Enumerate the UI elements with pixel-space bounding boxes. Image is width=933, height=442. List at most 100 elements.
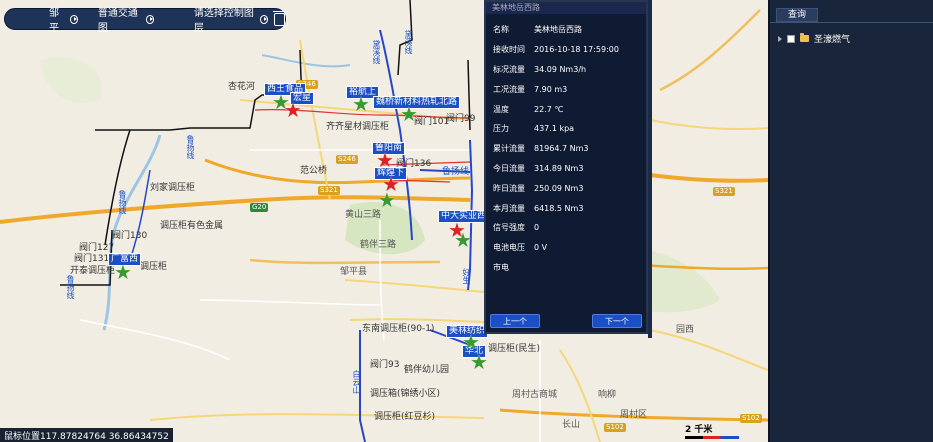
district-select[interactable]: 邹平: [49, 4, 78, 34]
map-roads: [0, 0, 768, 442]
pipeline-label: 黛溪线: [372, 40, 381, 64]
station-star-icon[interactable]: ★: [400, 104, 418, 124]
road-badge: S102: [604, 423, 626, 432]
info-value: 6418.5 Nm3: [534, 203, 584, 213]
info-key: 标况流量: [493, 64, 525, 74]
pipeline-label: 鲁扬线: [442, 167, 470, 177]
place-label: 调压箱(锦绣小区): [370, 389, 441, 399]
traffic-map-label: 普通交通图: [97, 8, 138, 34]
tree-item-gas[interactable]: 圣濠燃气: [778, 32, 850, 45]
place-label: 阀门131: [74, 254, 110, 264]
place-label: 长山: [562, 420, 581, 430]
station-alarm-star-icon[interactable]: ★: [284, 100, 302, 120]
info-key: 温度: [493, 104, 509, 114]
layer-panel: 查询 圣濠燃气: [768, 0, 933, 442]
info-row: 温度 22.7 ℃: [486, 99, 646, 119]
place-label: 周村古商城: [512, 390, 558, 400]
tab-divider: [770, 22, 933, 23]
info-row: 电池电压 0 V: [486, 238, 646, 258]
road-badge: G20: [250, 203, 269, 212]
chevron-right-icon: [69, 14, 78, 24]
info-row: 工况流量 7.90 m3: [486, 79, 646, 99]
info-row: 昨日流量 250.09 Nm3: [486, 178, 646, 198]
pipeline-label: 鲁扬线: [118, 190, 127, 214]
station-star-icon[interactable]: ★: [454, 230, 472, 250]
info-value: 314.89 Nm3: [534, 163, 584, 173]
pipeline-label: 黛溪线: [404, 30, 413, 54]
folder-icon: [800, 33, 809, 42]
info-value: 美林地岳西路: [534, 25, 582, 35]
place-label: 阀门127: [79, 243, 115, 253]
station-star-icon[interactable]: ★: [470, 352, 488, 372]
road-badge: S321: [318, 186, 340, 195]
scale-label: 2 千米: [685, 425, 713, 435]
layer-select-label: 请选择控制图层: [193, 8, 254, 34]
info-nav: 上一个 下一个: [490, 314, 642, 328]
place-label: 周村区: [620, 410, 648, 420]
place-label: 响柳: [598, 390, 617, 400]
info-key: 电池电压: [493, 243, 525, 253]
layer-checkbox[interactable]: [787, 34, 795, 43]
road-badge: S102: [740, 414, 762, 423]
info-value: 2016-10-18 17:59:00: [534, 45, 619, 55]
info-value: 0: [534, 223, 540, 233]
traffic-map-select[interactable]: 普通交通图: [98, 4, 154, 34]
place-label: 东南调压柜(90-1): [362, 324, 435, 334]
next-button[interactable]: 下一个: [592, 314, 642, 328]
info-value: 34.09 Nm3/h: [534, 64, 587, 74]
map-canvas[interactable]: 邹平 普通交通图 请选择控制图层 S246 S246 S321 G20 S321…: [0, 0, 768, 442]
place-label: 调压柜: [140, 262, 168, 272]
info-value: 0 V: [534, 243, 548, 253]
road-badge: S246: [336, 155, 358, 164]
station-star-icon[interactable]: ★: [352, 94, 370, 114]
info-value: 437.1 kpa: [534, 124, 575, 134]
tab-query[interactable]: 查询: [776, 8, 818, 22]
info-rows: 名称 美林地岳西路 接收时间 2016-10-18 17:59:00 标况流量 34.09…: [486, 14, 646, 277]
place-label: 调压柜(红豆杉): [374, 412, 436, 422]
place-label: 园西: [676, 325, 695, 335]
place-label: 杏花河: [228, 82, 256, 92]
layer-select[interactable]: 请选择控制图层: [194, 4, 268, 34]
info-row: 市电: [486, 258, 646, 278]
place-label: 刘家调压柜: [150, 183, 196, 193]
info-row: 今日流量 314.89 Nm3: [486, 159, 646, 179]
prev-button[interactable]: 上一个: [490, 314, 540, 328]
info-key: 信号强度: [493, 223, 525, 233]
expand-arrow-icon[interactable]: [778, 35, 782, 42]
info-key: 名称: [493, 25, 509, 35]
pipeline-label: 鲁扬线: [66, 275, 75, 299]
place-label: 阀门130: [112, 231, 148, 241]
road-badge: S321: [713, 187, 735, 196]
mouse-coords: 鼠标位置117.87824764 36.86434752: [0, 428, 173, 442]
place-label: 鹤伴三路: [360, 240, 397, 250]
station-info-panel: 美林地岳西路 名称 美林地岳西路 接收时间 2016-10-18 17:59:00 标况…: [484, 0, 648, 334]
info-value: 7.90 m3: [534, 84, 568, 94]
trash-icon[interactable]: [272, 10, 288, 26]
place-label: 阀门93: [370, 360, 400, 370]
info-key: 累计流量: [493, 144, 525, 154]
info-panel-header: 美林地岳西路: [486, 2, 646, 14]
info-row: 累计流量 81964.7 Nm3: [486, 139, 646, 159]
station-alarm-star-icon[interactable]: ★: [376, 150, 394, 170]
map-toolbar: 邹平 普通交通图 请选择控制图层: [4, 8, 288, 34]
info-key: 接收时间: [493, 45, 525, 55]
place-label: 黄山三路: [345, 210, 382, 220]
station-star-icon[interactable]: ★: [462, 332, 480, 352]
district-label: 邹平: [49, 8, 59, 34]
station-star-icon[interactable]: ★: [114, 262, 132, 282]
info-row: 标况流量 34.09 Nm3/h: [486, 60, 646, 80]
info-panel-shadow: [648, 0, 652, 338]
tree-item-label: 圣濠燃气: [814, 35, 851, 45]
pipeline-label: 鲁扬线: [186, 135, 195, 159]
pipeline-label: 好生: [462, 268, 471, 284]
station-star-icon[interactable]: ★: [378, 190, 396, 210]
info-key: 今日流量: [493, 163, 525, 173]
info-row: 本月流量 6418.5 Nm3: [486, 198, 646, 218]
pipeline-label: 白云山: [352, 370, 361, 394]
info-key: 压力: [493, 124, 509, 134]
place-label: 鹤伴幼儿园: [404, 365, 450, 375]
scale-bar: [685, 436, 739, 439]
info-value: 250.09 Nm3: [534, 183, 584, 193]
info-key: 工况流量: [493, 84, 525, 94]
info-row: 名称 美林地岳西路: [486, 20, 646, 40]
